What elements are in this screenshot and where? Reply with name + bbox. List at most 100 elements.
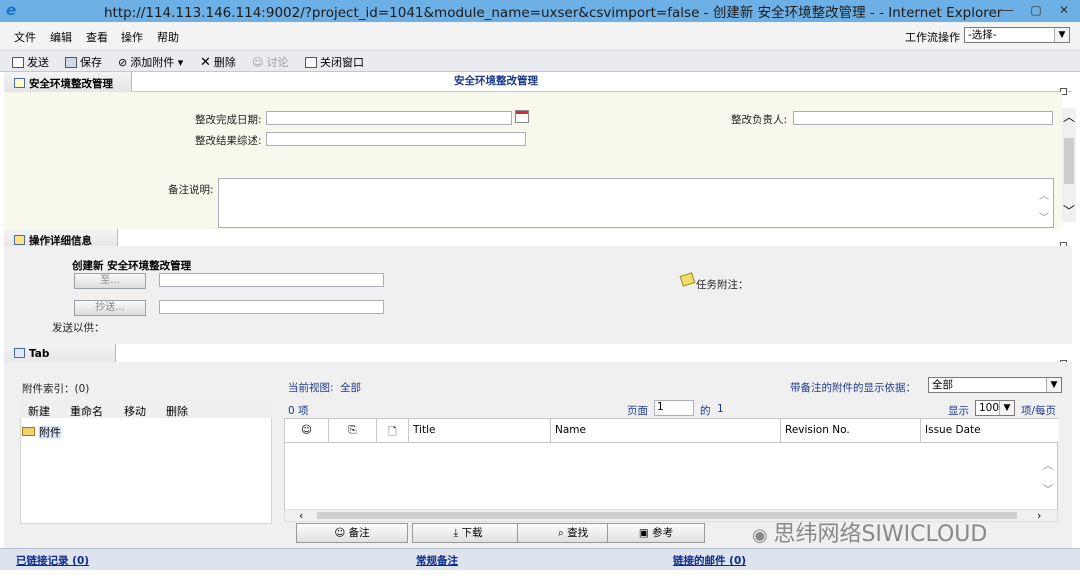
reference-button[interactable]: ▣ 参考 xyxy=(607,523,705,543)
notes-icon: ☺ xyxy=(334,527,349,539)
cc-button[interactable]: 抄送... xyxy=(74,300,146,316)
maximize-icon[interactable]: ▢ xyxy=(1028,2,1044,18)
result-summary-label: 整改结果综述: xyxy=(195,135,262,147)
minimize-icon[interactable]: — xyxy=(1000,2,1016,18)
send-icon xyxy=(12,57,24,68)
scroll-right-icon[interactable]: › xyxy=(1037,509,1041,522)
scroll-down-icon[interactable]: ﹀ xyxy=(1062,202,1076,219)
window-title: http://114.113.146.114:9002/?project_id=… xyxy=(104,5,1003,21)
discuss-icon: ☺ xyxy=(252,56,264,69)
textarea-scroll-down-icon[interactable]: ﹀ xyxy=(1039,209,1049,224)
item-count: 0 项 xyxy=(288,405,309,417)
per-page-suffix: 项/每页 xyxy=(1021,405,1057,417)
attach-button[interactable]: ⊘ 添加附件 ▾ xyxy=(118,54,183,70)
menu-bar: 文件 编辑 查看 操作 帮助 工作流操作 -选择- ▼ xyxy=(0,22,1080,50)
per-page-select[interactable]: 100 ▼ xyxy=(975,400,1015,416)
footer-bar: 已链接记录 (0) 常规备注 链接的邮件 (0) xyxy=(0,548,1080,570)
current-view-value[interactable]: 全部 xyxy=(340,380,361,395)
save-button[interactable]: 保存 xyxy=(65,54,102,70)
chevron-down-icon: ▼ xyxy=(1054,28,1069,42)
workflow-select-value: -选择- xyxy=(968,29,997,41)
col-title[interactable]: Title xyxy=(409,419,551,443)
discuss-button[interactable]: ☺ 讨论 xyxy=(252,54,288,70)
section-icon xyxy=(14,78,25,88)
menu-edit[interactable]: 编辑 xyxy=(50,29,72,45)
page-total: 1 xyxy=(717,403,724,415)
tab-safety-management[interactable]: 安全环境整改管理 xyxy=(4,72,132,92)
textarea-scroll-up-icon[interactable]: ︿ xyxy=(1039,187,1049,202)
tree-delete-button[interactable]: 删除 xyxy=(166,403,188,419)
page-input[interactable]: 1 xyxy=(654,400,694,416)
send-button[interactable]: 发送 xyxy=(12,54,49,70)
complete-date-input[interactable] xyxy=(266,111,512,125)
tree-root-label: 附件 xyxy=(39,426,61,439)
page-label: 页面 xyxy=(627,405,648,417)
col-revision[interactable]: Revision No. xyxy=(781,419,921,443)
col-notes-icon[interactable]: ☺ xyxy=(285,419,329,443)
scroll-thumb[interactable] xyxy=(1064,138,1074,184)
close-box-icon xyxy=(305,57,317,68)
workflow-select[interactable]: -选择- ▼ xyxy=(964,27,1070,43)
tab-tab[interactable]: Tab xyxy=(4,344,116,364)
notes-label: 备注说明: xyxy=(168,184,214,196)
section-tab-label: 安全环境整改管理 xyxy=(29,78,113,90)
download-button[interactable]: ⤓ 下载 xyxy=(412,523,524,543)
close-window-icon[interactable]: ✕ xyxy=(1056,2,1072,18)
col-name[interactable]: Name xyxy=(551,419,781,443)
col-issue-date[interactable]: Issue Date xyxy=(921,419,1059,443)
display-basis-label: 带备注的附件的显示依据： xyxy=(790,382,916,394)
menu-help[interactable]: 帮助 xyxy=(157,29,179,45)
tree-move-button[interactable]: 移动 xyxy=(124,403,146,419)
reference-icon: ▣ xyxy=(638,527,653,539)
col-file-icon[interactable]: 🗋 xyxy=(377,419,409,443)
tree-root-item[interactable]: 附件 xyxy=(22,424,61,440)
result-summary-input[interactable] xyxy=(266,132,526,146)
delete-button[interactable]: ✕ 删除 xyxy=(200,54,236,70)
notes-button[interactable]: ☺ 备注 xyxy=(296,523,408,543)
task-note-label: 任务附注： xyxy=(696,279,749,291)
folder-tree[interactable] xyxy=(20,400,272,524)
reference-button-label: 参考 xyxy=(652,527,674,539)
to-button[interactable]: 至... xyxy=(74,273,146,289)
to-input[interactable] xyxy=(159,273,384,287)
menu-action[interactable]: 操作 xyxy=(121,29,143,45)
notes-icon: ☺ xyxy=(301,424,312,436)
display-basis-value: 全部 xyxy=(932,379,953,391)
col-link-icon[interactable]: ⎘ xyxy=(329,419,377,443)
toolbar: 发送 保存 ⊘ 添加附件 ▾ ✕ 删除 ☺ 讨论 关闭窗口 xyxy=(0,50,1080,72)
display-basis-select[interactable]: 全部 ▼ xyxy=(928,377,1062,393)
cc-input[interactable] xyxy=(159,300,384,314)
owner-label: 整改负责人: xyxy=(731,114,788,126)
attachment-index-label: 附件索引：(0) xyxy=(22,383,90,395)
close-window-button[interactable]: 关闭窗口 xyxy=(305,54,364,70)
calendar-icon[interactable] xyxy=(515,110,529,123)
download-button-label: 下载 xyxy=(461,527,483,539)
menu-view[interactable]: 查看 xyxy=(86,29,108,45)
tree-rename-button[interactable]: 重命名 xyxy=(70,403,103,419)
tree-new-button[interactable]: 新建 xyxy=(28,403,50,419)
form-title: 安全环境整改管理 xyxy=(454,75,538,87)
find-button-label: 查找 xyxy=(567,527,589,539)
notes-textarea[interactable]: ︿ ﹀ xyxy=(218,178,1054,228)
form-scrollbar[interactable]: ︿ ﹀ xyxy=(1062,108,1076,222)
link-icon: ⎘ xyxy=(348,424,357,436)
attachments-grid: ☺ ⎘ 🗋 Title Name Revision No. Issue Date… xyxy=(284,418,1059,510)
save-icon xyxy=(65,57,77,68)
scroll-left-icon[interactable]: ‹ xyxy=(299,509,303,522)
show-label: 显示 xyxy=(948,405,969,417)
operation-heading: 创建新 安全环境整改管理 xyxy=(72,260,192,272)
general-notes-link[interactable]: 常规备注 xyxy=(416,553,458,568)
owner-input[interactable] xyxy=(793,111,1053,125)
linked-mail-link[interactable]: 链接的邮件 (0) xyxy=(673,553,746,568)
grid-scroll-up-icon[interactable]: ︿ xyxy=(1043,457,1053,472)
grid-scroll-down-icon[interactable]: ﹀ xyxy=(1043,481,1053,496)
linked-records-link[interactable]: 已链接记录 (0) xyxy=(16,553,89,568)
menu-file[interactable]: 文件 xyxy=(14,29,36,45)
notes-button-label: 备注 xyxy=(348,527,370,539)
discuss-label: 讨论 xyxy=(266,56,289,69)
scroll-up-icon[interactable]: ︿ xyxy=(1062,108,1076,125)
send-for-label: 发送以供： xyxy=(52,322,105,334)
window-title-bar: e http://114.113.146.114:9002/?project_i… xyxy=(0,0,1080,22)
complete-date-label: 整改完成日期: xyxy=(195,114,262,126)
close-label: 关闭窗口 xyxy=(320,56,364,69)
